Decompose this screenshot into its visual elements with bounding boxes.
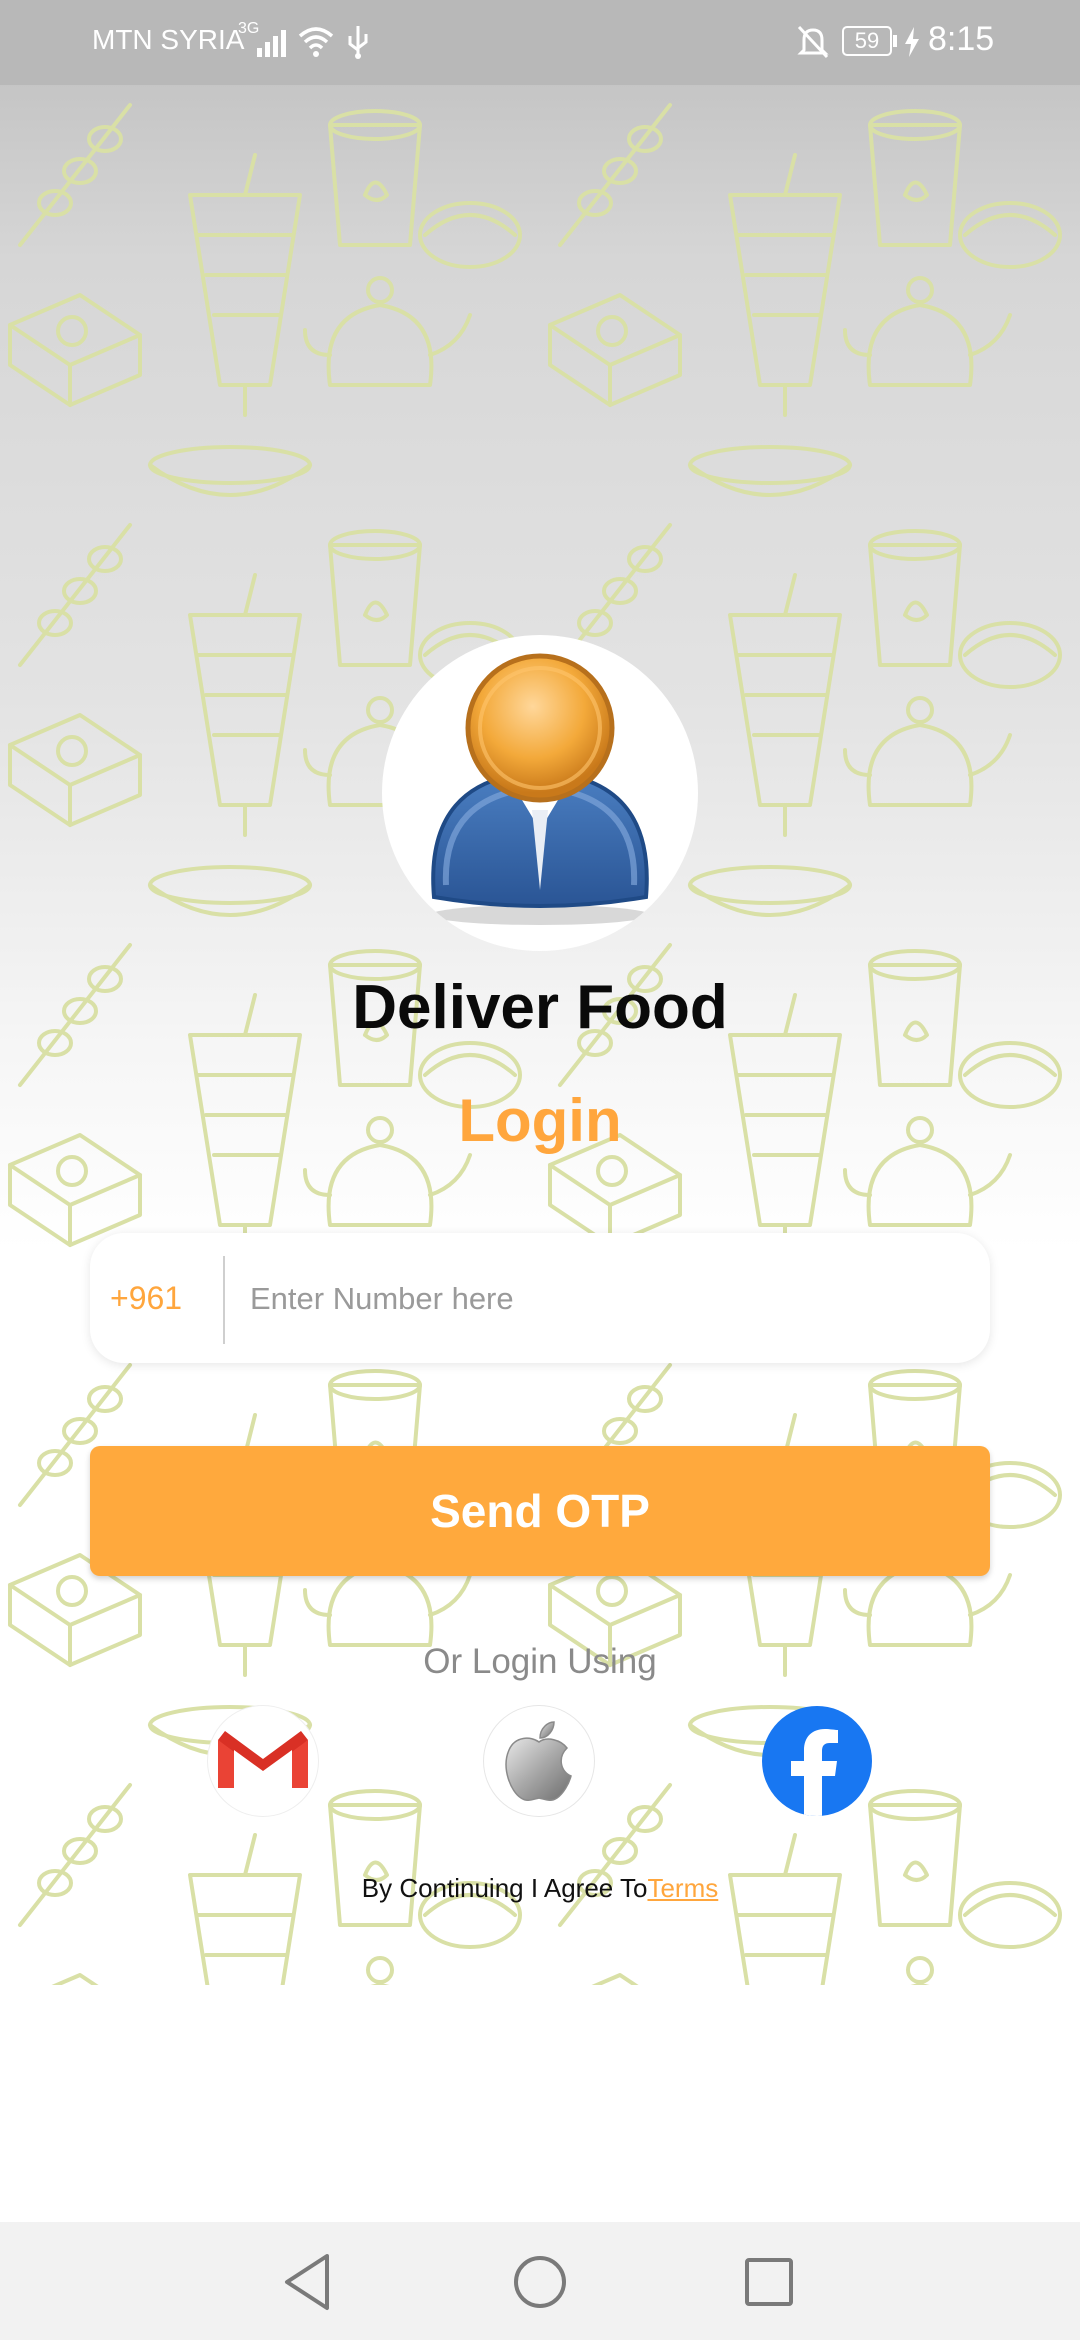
apple-login-button[interactable]	[484, 1706, 594, 1816]
app-name: Deliver Food	[352, 973, 728, 1042]
navigation-bar	[0, 2222, 1080, 2340]
charging-icon	[905, 27, 919, 57]
battery-level: 59	[854, 28, 880, 53]
battery-icon: 59	[842, 26, 892, 56]
avatar	[382, 635, 698, 951]
facebook-icon	[791, 1729, 838, 1816]
facebook-login-button[interactable]	[762, 1706, 872, 1816]
phone-number-input[interactable]	[248, 1258, 972, 1340]
user-avatar-icon	[430, 653, 650, 925]
terms-text: By Continuing I Agree ToTerms	[0, 1873, 1080, 1904]
recents-icon[interactable]	[731, 2244, 807, 2320]
back-icon[interactable]	[271, 2244, 347, 2320]
send-otp-button[interactable]: Send OTP	[90, 1446, 990, 1576]
phone-number-field: +961	[90, 1233, 990, 1363]
gmail-login-button[interactable]	[208, 1706, 318, 1816]
apple-icon	[505, 1721, 572, 1802]
notifications-off-icon	[797, 25, 829, 59]
clock: 8:15	[928, 20, 995, 58]
battery-tip	[893, 35, 897, 47]
usb-icon	[348, 26, 368, 59]
wifi-icon	[298, 27, 334, 57]
page-title: Login	[458, 1087, 622, 1154]
field-divider	[223, 1256, 225, 1344]
signal-icon	[257, 30, 286, 57]
carrier-name: MTN SYRIA	[92, 24, 245, 55]
social-login-caption: Or Login Using	[423, 1642, 657, 1681]
login-screen: MTN SYRIA 3G 59 8:15 Deliver Food Login …	[0, 0, 1080, 2340]
country-code[interactable]: +961	[110, 1233, 182, 1363]
status-bar: MTN SYRIA 3G 59 8:15	[0, 0, 1080, 85]
home-icon[interactable]	[502, 2244, 578, 2320]
gmail-icon	[218, 1731, 308, 1788]
terms-link[interactable]: Terms	[647, 1873, 718, 1903]
terms-prefix: By Continuing I Agree To	[361, 1873, 648, 1903]
